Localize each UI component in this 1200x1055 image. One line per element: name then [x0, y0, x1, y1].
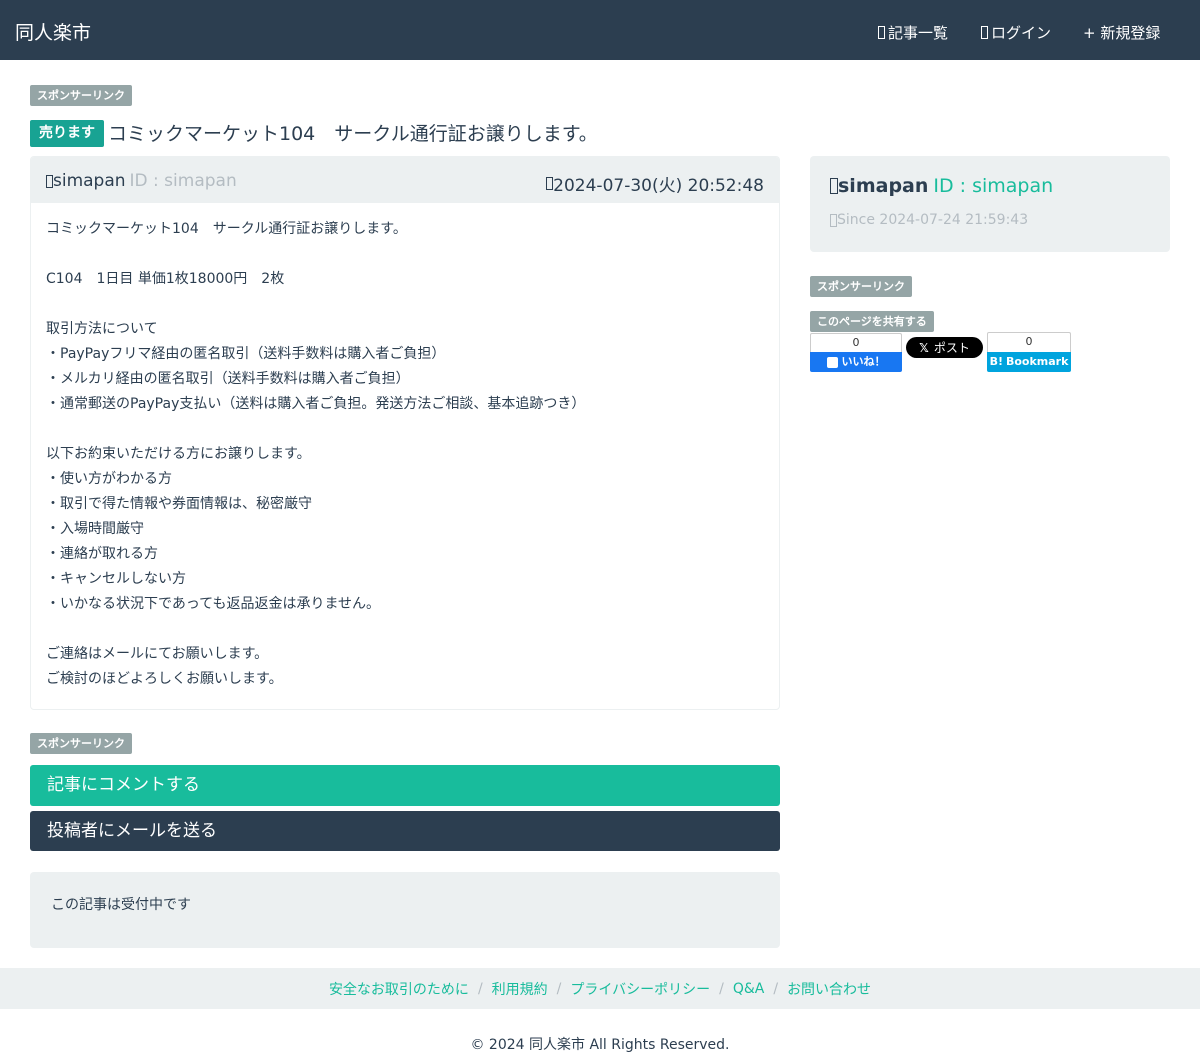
nav-login-label: ログイン: [991, 24, 1052, 42]
footer-links: 安全なお取引のために / 利用規約 / プライバシーポリシー / Q&A / お問い合わせ: [0, 968, 1200, 1009]
hatena-bookmark-label: Bookmark: [1005, 355, 1069, 368]
facebook-like-widget[interactable]: 0 いいね！: [810, 333, 902, 372]
post-body-line: [46, 292, 764, 317]
x-post-label: ポスト: [933, 341, 970, 355]
nav-login-link[interactable]: ログイン: [981, 22, 1051, 43]
post-header: simapan ID : simapan 2024-07-30(火) 20:52…: [31, 157, 779, 203]
sponsor-badge-sidebar: スポンサーリンク: [810, 276, 912, 297]
hatena-bookmark-button[interactable]: B! Bookmark: [987, 352, 1071, 372]
post-card: simapan ID : simapan 2024-07-30(火) 20:52…: [30, 156, 780, 710]
hatena-logo-icon: B!: [989, 355, 1003, 368]
footer-link[interactable]: お問い合わせ: [787, 979, 871, 999]
post-body-line: ご連絡はメールにてお願いします。: [46, 646, 269, 662]
post-body-line: [46, 617, 764, 642]
user-icon: [830, 178, 838, 194]
footer-link[interactable]: 利用規約: [492, 979, 548, 999]
mail-author-button[interactable]: 投稿者にメールを送る: [30, 811, 780, 851]
post-body: コミックマーケット104 サークル通行証お譲りします。 C104 1日目 単価1枚…: [31, 203, 779, 692]
post-body-line: ・キャンセルしない方: [46, 571, 186, 587]
author-id: ID : simapan: [129, 171, 237, 191]
footer-separator: /: [773, 980, 779, 997]
facebook-like-button[interactable]: いいね！: [810, 352, 902, 372]
post-body-line: 以下お約束いただける方にお譲りします。: [46, 446, 311, 462]
user-since-text: Since 2024-07-24 21:59:43: [837, 212, 1029, 228]
sell-type-badge: 売ります: [30, 120, 104, 147]
footer-link[interactable]: プライバシーポリシー: [570, 979, 710, 999]
share-label-badge: このページを共有する: [810, 311, 934, 332]
post-body-line: [46, 242, 764, 267]
post-body-line: ・連絡が取れる方: [46, 546, 158, 562]
post-body-line: ・取引で得た情報や券面情報は、秘密厳守: [46, 496, 312, 512]
facebook-like-label: いいね！: [841, 355, 886, 368]
nav-articles-label: 記事一覧: [888, 24, 949, 42]
user-since: Since 2024-07-24 21:59:43: [830, 212, 1028, 228]
post-body-line: コミックマーケット104 サークル通行証お譲りします。: [46, 221, 407, 237]
list-icon: [878, 26, 885, 39]
nav-articles-link[interactable]: 記事一覧: [878, 22, 948, 43]
page-title: コミックマーケット104 サークル通行証お譲りします。: [108, 123, 598, 145]
user-card-id: ID : simapan: [933, 175, 1054, 197]
post-body-line: ・PayPayフリマ経由の匿名取引（送料手数料は購入者ご負担）: [46, 346, 446, 362]
user-card-name: simapan ID : simapan: [830, 175, 1053, 197]
post-body-line: ・入場時間厳守: [46, 521, 144, 537]
footer-separator: /: [477, 980, 483, 997]
facebook-like-count: 0: [810, 333, 902, 352]
post-body-line: ・使い方がわかる方: [46, 471, 172, 487]
x-logo-icon: 𝕏: [919, 340, 929, 355]
calendar-icon: [546, 177, 554, 190]
post-body-line: 取引方法について: [46, 321, 158, 337]
post-body-line: ・メルカリ経由の匿名取引（送料手数料は購入者ご負担）: [46, 371, 410, 387]
post-body-line: [46, 417, 764, 442]
post-body-line: ご検討のほどよろしくお願いします。: [46, 671, 283, 687]
thumbs-up-icon: [826, 356, 838, 368]
footer-separator: /: [719, 980, 724, 997]
brand-logo[interactable]: 同人楽市: [15, 18, 91, 45]
hatena-bookmark-count: 0: [987, 332, 1071, 352]
user-card: simapan ID : simapan Since 2024-07-24 21…: [810, 156, 1170, 252]
footer-separator: /: [556, 980, 562, 997]
status-message: この記事は受付中です: [30, 872, 780, 948]
footer-link[interactable]: Q&A: [733, 981, 765, 997]
post-author: simapan ID : simapan: [46, 171, 237, 191]
sponsor-badge-bottom: スポンサーリンク: [30, 733, 132, 754]
user-icon: [46, 174, 53, 188]
hatena-bookmark-widget[interactable]: 0 B! Bookmark: [987, 332, 1071, 372]
post-body-line: C104 1日目 単価1枚18000円 2枚: [46, 271, 285, 287]
x-post-button[interactable]: 𝕏 ポスト: [906, 337, 983, 358]
post-body-line: ・通常郵送のPayPay支払い（送料は購入者ご負担。発送方法ご相談、基本追跡つき…: [46, 396, 586, 412]
post-body-line: ・いかなる状況下であっても返品返金は承りません。: [46, 596, 381, 612]
author-name-link[interactable]: simapan: [53, 171, 126, 191]
post-date-text: 2024-07-30(火) 20:52:48: [553, 176, 764, 196]
clock-icon: [830, 213, 837, 227]
user-card-name-link[interactable]: simapan: [838, 175, 928, 197]
footer-link[interactable]: 安全なお取引のために: [329, 979, 469, 999]
comment-button[interactable]: 記事にコメントする: [30, 765, 780, 806]
navbar: 同人楽市 記事一覧 ログイン + 新規登録: [0, 0, 1200, 60]
copyright: © 2024 同人楽市 All Rights Reserved.: [470, 1037, 730, 1053]
sponsor-badge-top: スポンサーリンク: [30, 85, 132, 106]
nav-register-link[interactable]: + 新規登録: [1083, 22, 1160, 43]
sign-in-icon: [981, 26, 988, 39]
post-date: 2024-07-30(火) 20:52:48: [546, 171, 764, 196]
